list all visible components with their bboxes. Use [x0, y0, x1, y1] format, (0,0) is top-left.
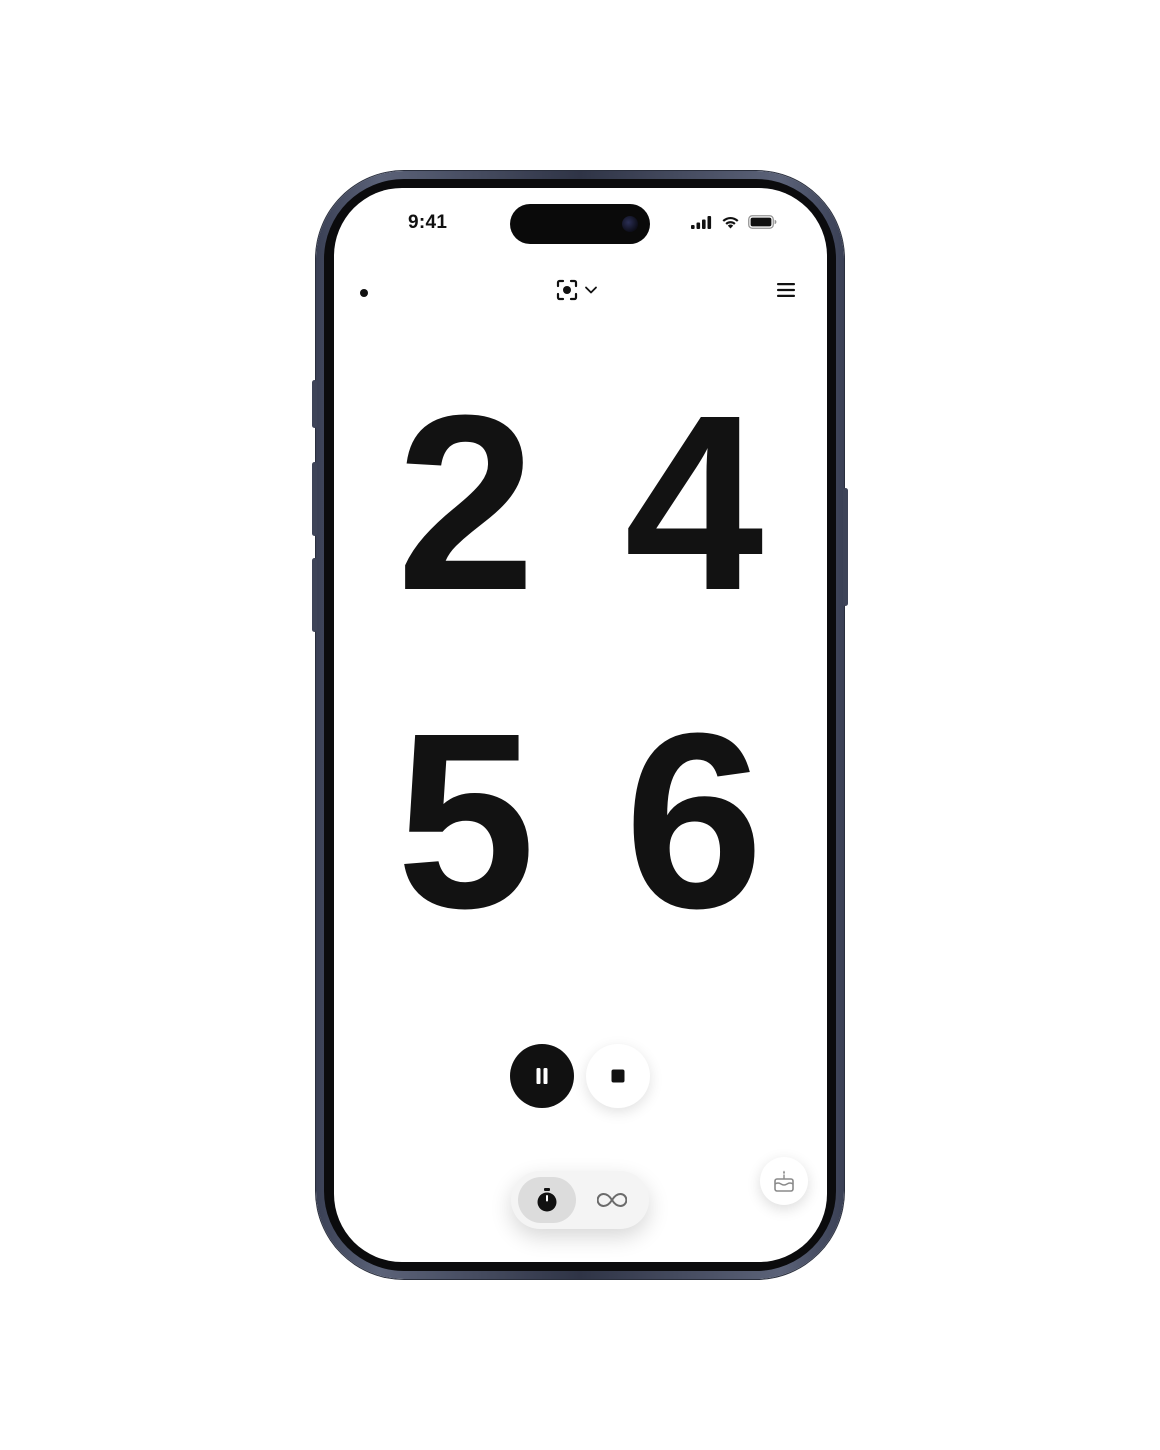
cake-button[interactable] — [760, 1157, 808, 1205]
hamburger-menu-icon — [777, 283, 795, 297]
timer-digit-1: 2 — [396, 363, 536, 642]
menu-button[interactable] — [775, 279, 797, 301]
stopwatch-mode-tab[interactable] — [518, 1177, 576, 1223]
stage: 9:41 2 4 5 6 — [0, 0, 1160, 1450]
dot-indicator — [360, 289, 368, 297]
pause-button[interactable] — [510, 1044, 574, 1108]
phone-screen: 9:41 2 4 5 6 — [334, 188, 827, 1262]
stop-icon — [611, 1069, 625, 1083]
status-icons — [691, 215, 777, 229]
power-button — [843, 488, 848, 606]
dynamic-island — [510, 204, 650, 244]
battery-icon — [748, 215, 777, 229]
infinite-mode-tab[interactable] — [583, 1177, 641, 1223]
focus-camera-icon — [556, 279, 578, 301]
cake-icon — [774, 1170, 794, 1192]
pause-icon — [536, 1068, 548, 1084]
status-time: 9:41 — [408, 212, 448, 233]
stopwatch-icon — [537, 1188, 557, 1212]
wifi-icon — [722, 217, 739, 229]
timer-digit-4: 6 — [624, 681, 764, 960]
action-button — [312, 380, 317, 428]
cellular-signal-icon — [691, 215, 712, 229]
stop-button[interactable] — [586, 1044, 650, 1108]
timer-digit-3: 5 — [396, 681, 536, 960]
mode-switch — [511, 1171, 649, 1229]
infinity-icon — [597, 1192, 627, 1208]
front-camera-icon — [622, 216, 638, 232]
chevron-down-icon — [585, 286, 597, 294]
mode-selector[interactable] — [556, 276, 598, 304]
timer-digit-2: 4 — [624, 363, 764, 642]
volume-down-button — [312, 558, 317, 632]
volume-up-button — [312, 462, 317, 536]
